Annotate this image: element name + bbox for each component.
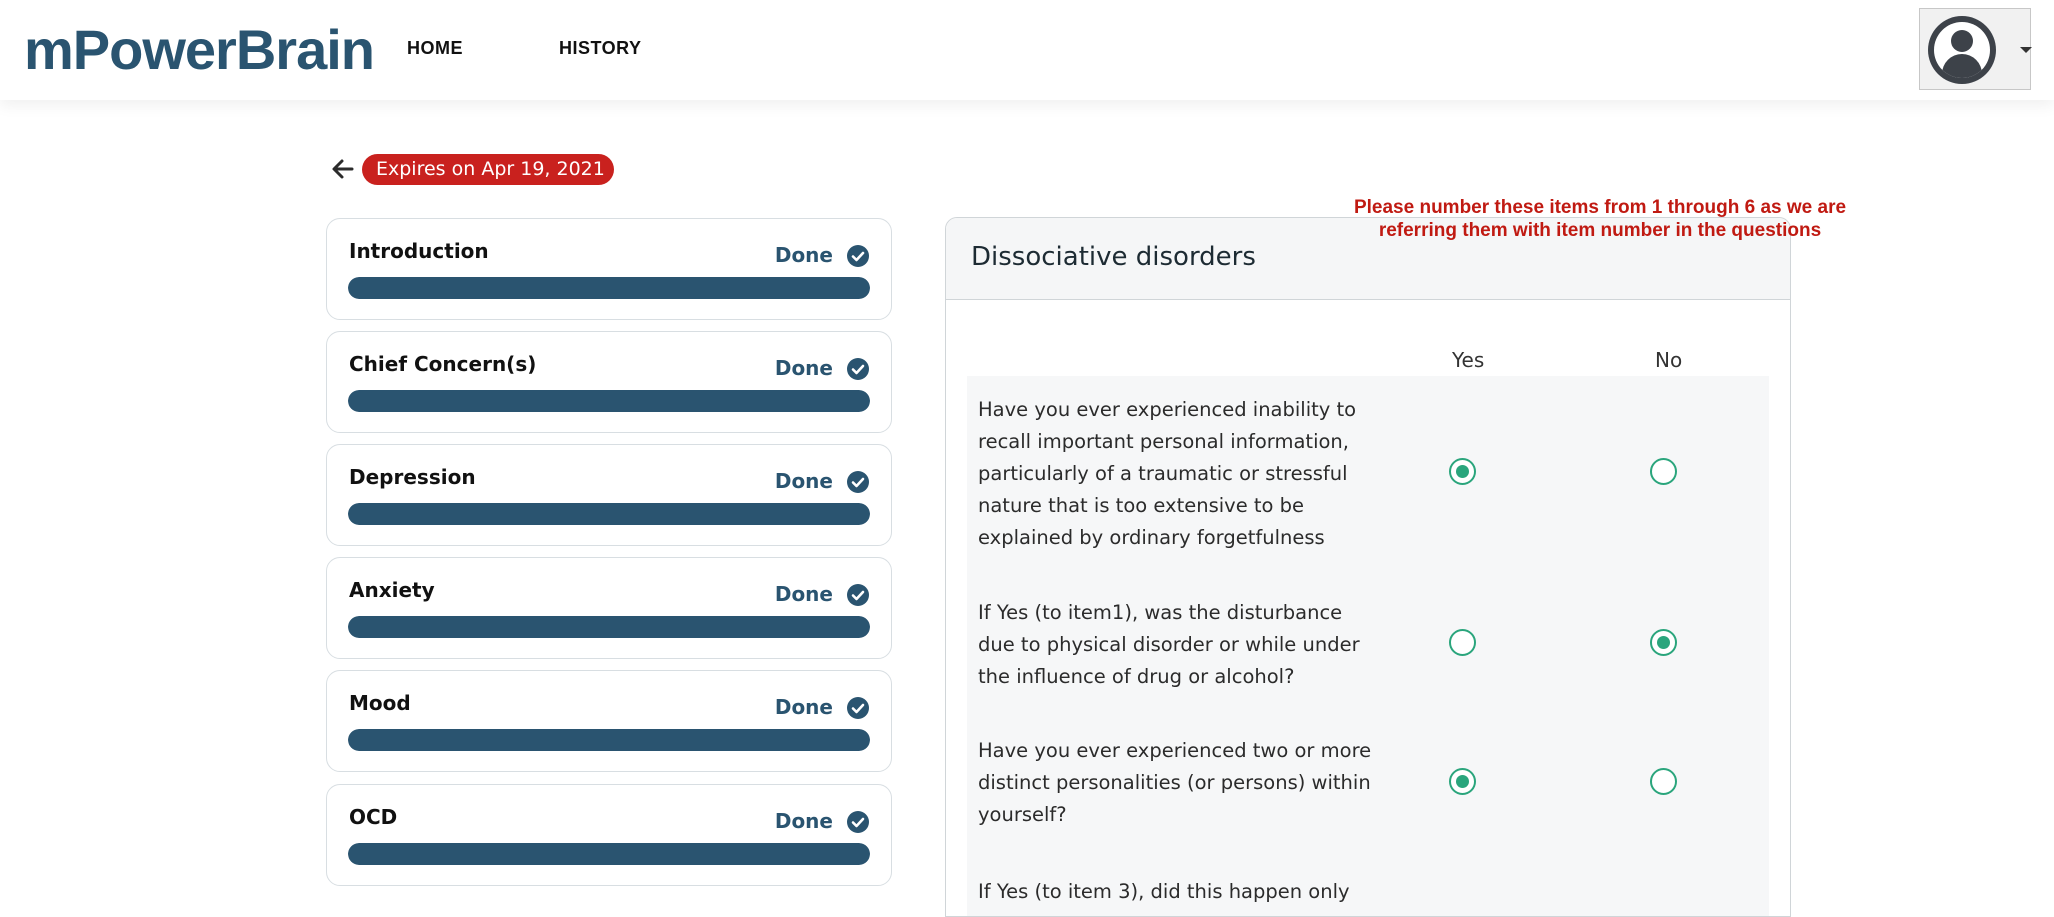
step-status: Done [774, 809, 833, 833]
app-header: mPowerBrain HOME HISTORY [0, 0, 2054, 100]
step-status: Done [774, 469, 833, 493]
question-text-4: If Yes (to item 3), did this happen only [978, 880, 1350, 903]
check-circle-icon [847, 811, 869, 833]
step-title: Chief Concern(s) [349, 352, 537, 376]
step-title: Mood [349, 691, 411, 715]
question-text-2: If Yes (to item1), was the disturbance d… [978, 601, 1360, 688]
avatar[interactable] [1928, 16, 1996, 84]
question-3-yes-radio[interactable] [1449, 768, 1476, 795]
question-1-yes-radio[interactable] [1449, 458, 1476, 485]
nav-home[interactable]: HOME [407, 38, 463, 59]
question-2-yes-radio[interactable] [1449, 629, 1476, 656]
step-card-mood[interactable]: Mood Done [326, 670, 892, 772]
step-status: Done [774, 695, 833, 719]
question-text-1: Have you ever experienced inability to r… [978, 398, 1357, 549]
brand-logo[interactable]: mPowerBrain [24, 16, 375, 84]
check-circle-icon [847, 584, 869, 606]
column-header-yes: Yes [1452, 348, 1485, 372]
step-card-ocd[interactable]: OCD Done [326, 784, 892, 886]
step-status: Done [774, 243, 833, 267]
step-title: OCD [349, 805, 398, 829]
chevron-down-icon[interactable] [2020, 47, 2032, 53]
user-menu[interactable] [1919, 8, 2032, 90]
step-card-chief-concerns[interactable]: Chief Concern(s) Done [326, 331, 892, 433]
step-progress-bar [348, 616, 870, 638]
question-3-no-radio[interactable] [1650, 768, 1677, 795]
step-status: Done [774, 356, 833, 380]
check-circle-icon [847, 697, 869, 719]
question-list: Have you ever experienced inability to r… [967, 376, 1769, 916]
question-text-3: Have you ever experienced two or more di… [978, 739, 1372, 826]
column-header-no: No [1655, 348, 1683, 372]
user-icon [1934, 22, 1990, 78]
annotation-note: Please number these items from 1 through… [1353, 197, 1847, 241]
step-card-introduction[interactable]: Introduction Done [326, 218, 892, 320]
step-progress-bar [348, 843, 870, 865]
step-progress-bar [348, 503, 870, 525]
questionnaire-panel: Dissociative disorders Yes No Have you e… [945, 217, 1791, 917]
step-progress-bar [348, 277, 870, 299]
questionnaire-title: Dissociative disorders [971, 242, 1256, 272]
step-progress-bar [348, 390, 870, 412]
check-circle-icon [847, 358, 869, 380]
step-status: Done [774, 582, 833, 606]
step-progress-bar [348, 729, 870, 751]
question-1-no-radio[interactable] [1650, 458, 1677, 485]
step-title: Anxiety [349, 578, 435, 602]
question-2-no-radio[interactable] [1650, 629, 1677, 656]
step-title: Introduction [349, 239, 489, 263]
check-circle-icon [847, 471, 869, 493]
step-card-anxiety[interactable]: Anxiety Done [326, 557, 892, 659]
nav-history[interactable]: HISTORY [559, 38, 642, 59]
expires-badge: Expires on Apr 19, 2021 [362, 154, 614, 185]
check-circle-icon [847, 245, 869, 267]
step-title: Depression [349, 465, 476, 489]
back-arrow-icon[interactable] [330, 156, 356, 182]
step-card-depression[interactable]: Depression Done [326, 444, 892, 546]
